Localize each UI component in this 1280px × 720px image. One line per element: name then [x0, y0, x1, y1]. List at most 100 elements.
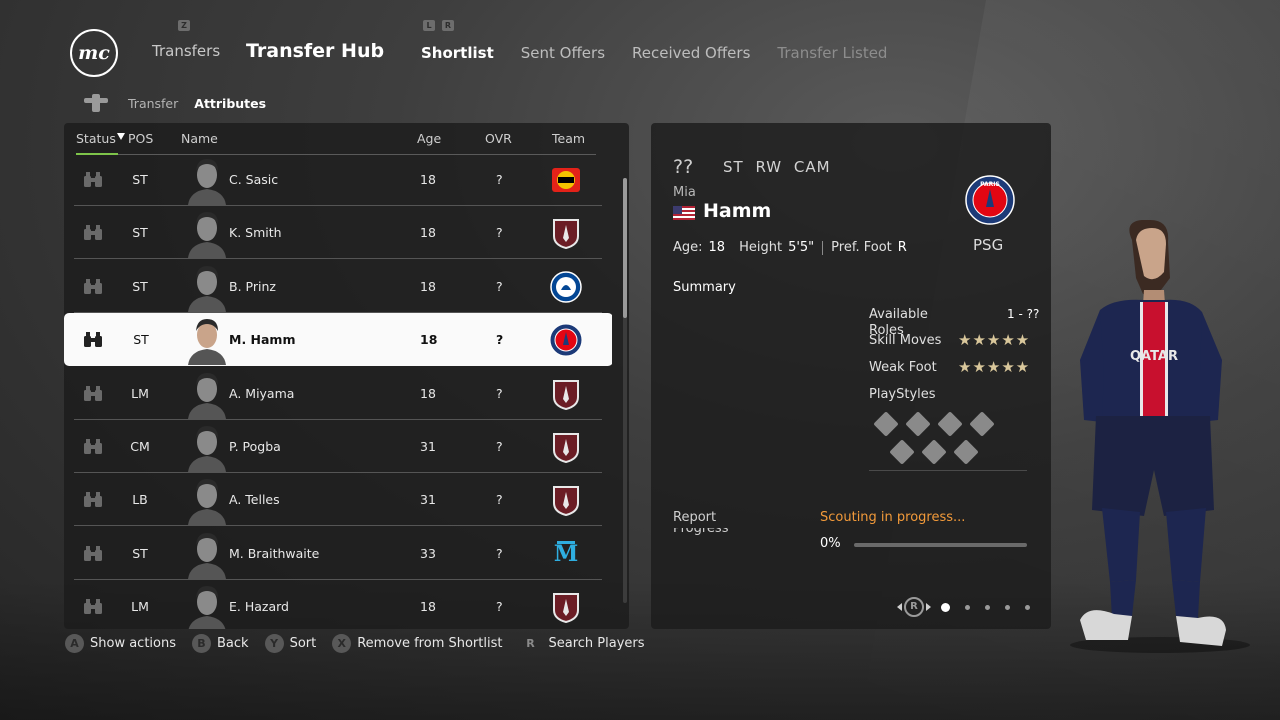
page-title: Transfer Hub — [246, 40, 385, 62]
footer-action[interactable]: A Show actions — [65, 634, 176, 653]
page-dot[interactable] — [985, 604, 990, 610]
detail-pager[interactable]: R — [897, 597, 1030, 617]
player-name: A. Miyama — [229, 385, 295, 401]
player-list: ST C. Sasic 18? ST K. Smith 18? ST B. Prinz 18? S… — [64, 153, 612, 629]
player-position: ST — [132, 225, 148, 241]
player-age: 31 — [420, 439, 436, 454]
tab-shortlist[interactable]: Shortlist — [421, 44, 494, 62]
footer-action[interactable]: Y Sort — [264, 634, 317, 653]
report-status-label: Report Status — [673, 510, 717, 525]
player-positions: ST RW CAM — [723, 158, 831, 176]
footer-action-label: Sort — [289, 636, 317, 651]
age-value: 18 — [708, 240, 726, 255]
generic-shield-crest-icon — [549, 216, 583, 250]
generic-shield-crest-icon — [549, 377, 583, 411]
skill-moves-label: Skill Moves — [869, 333, 942, 348]
page-dot[interactable] — [1005, 604, 1010, 610]
tab-sent-offers[interactable]: Sent Offers — [521, 44, 605, 62]
nav-transfers[interactable]: Transfers — [152, 42, 220, 60]
player-position: ST — [132, 172, 148, 187]
col-age[interactable]: Age — [417, 131, 441, 146]
player-ovr: ? — [496, 332, 504, 348]
controller-button-icon: R — [526, 637, 535, 650]
player-row[interactable]: CM P. Pogba 31? — [74, 420, 602, 473]
list-scrollbar[interactable] — [623, 178, 627, 603]
page-dot[interactable] — [941, 602, 950, 612]
footer-action-label: Back — [217, 636, 249, 651]
player-detail-panel: ?? ST RW CAM Mia Hamm PARIS PSG Age: 18 … — [651, 123, 1051, 629]
col-team[interactable]: Team — [552, 131, 585, 146]
scouting-binoculars-icon — [84, 172, 102, 187]
scouting-binoculars-icon — [84, 225, 102, 241]
psg-crest-icon — [549, 323, 583, 357]
scouting-binoculars-icon — [84, 385, 102, 401]
player-row[interactable]: ST K. Smith 18? — [74, 206, 602, 260]
player-name: M. Braithwaite — [229, 545, 320, 561]
scroll-thumb[interactable] — [623, 178, 627, 318]
scouting-binoculars-icon — [84, 278, 102, 294]
generic-shield-crest-icon — [549, 590, 583, 624]
controller-button-icon: A — [65, 634, 84, 653]
player-portrait — [188, 265, 226, 312]
player-name: M. Hamm — [229, 332, 296, 348]
playstyle-slot-icon — [905, 411, 931, 437]
bio-divider — [822, 240, 824, 255]
weak-foot-label: Weak Foot — [869, 360, 937, 375]
controller-button-icon: X — [332, 634, 352, 653]
player-row[interactable]: ST C. Sasic 18? — [74, 153, 602, 206]
footer-action[interactable]: B Back — [192, 634, 249, 653]
player-age: 18 — [420, 278, 436, 294]
dpad-icon — [84, 94, 108, 112]
l-bumper-icon: L — [423, 20, 435, 31]
controller-button-icon: Y — [264, 634, 284, 653]
scouting-binoculars-icon — [84, 545, 102, 561]
foot-value: R — [897, 240, 907, 255]
col-status[interactable]: Status — [76, 131, 116, 146]
footer-action-label: Show actions — [90, 636, 176, 651]
footer-action-label: Search Players — [548, 636, 645, 651]
player-portrait — [188, 426, 226, 472]
sort-desc-icon — [117, 133, 125, 140]
height-label: Height — [739, 240, 783, 255]
view-transfer[interactable]: Transfer — [128, 96, 178, 111]
right-stick-icon: R — [904, 597, 924, 617]
leverkusen-crest-icon — [549, 163, 583, 197]
player-row[interactable]: LM A. Miyama 18? — [74, 367, 602, 420]
tab-transfer-listed[interactable]: Transfer Listed — [777, 44, 887, 62]
col-ovr[interactable]: OVR — [485, 131, 512, 146]
playstyle-slot-icon — [953, 439, 979, 465]
player-name: A. Telles — [229, 492, 280, 508]
footer-action[interactable]: X Remove from Shortlist — [332, 634, 502, 653]
playstyle-slot-icon — [937, 411, 963, 437]
r-bumper-icon: R — [442, 20, 454, 31]
tab-received-offers[interactable]: Received Offers — [632, 44, 750, 62]
player-portrait — [188, 532, 226, 579]
usa-flag-icon — [673, 206, 695, 220]
skill-moves-stars: ★★★★★ — [958, 331, 1031, 349]
player-position: ST — [133, 332, 149, 348]
player-name: E. Hazard — [229, 599, 289, 615]
svg-text:PARIS: PARIS — [980, 181, 1000, 188]
footer-action[interactable]: R Search Players — [518, 634, 644, 653]
player-name: B. Prinz — [229, 278, 276, 294]
player-row[interactable]: LM E. Hazard 18? — [74, 580, 602, 629]
svg-text:QATAR: QATAR — [1130, 349, 1178, 364]
view-attributes[interactable]: Attributes — [194, 96, 266, 111]
page-dot[interactable] — [1025, 604, 1030, 610]
player-row[interactable]: LB A. Telles 31? — [74, 473, 602, 527]
club-name: PSG — [973, 236, 1004, 254]
player-ovr: ? — [496, 225, 503, 241]
tab-bar: Shortlist Sent Offers Received Offers Tr… — [421, 44, 887, 62]
player-row[interactable]: ST M. Hamm 18? — [64, 313, 612, 367]
player-row[interactable]: ST B. Prinz 18? — [74, 260, 602, 313]
player-row[interactable]: ST M. Braithwaite 33? M — [74, 527, 602, 580]
playstyle-slot-icon — [873, 411, 899, 437]
footer-action-label: Remove from Shortlist — [357, 636, 503, 651]
report-status-value: Scouting in progress... — [820, 510, 966, 525]
col-pos[interactable]: POS — [128, 131, 153, 146]
player-age: 18 — [420, 385, 436, 401]
col-name[interactable]: Name — [181, 131, 218, 146]
foot-label: Pref. Foot — [831, 240, 892, 255]
playstyles-label: PlayStyles — [869, 387, 936, 402]
page-dot[interactable] — [965, 604, 970, 610]
